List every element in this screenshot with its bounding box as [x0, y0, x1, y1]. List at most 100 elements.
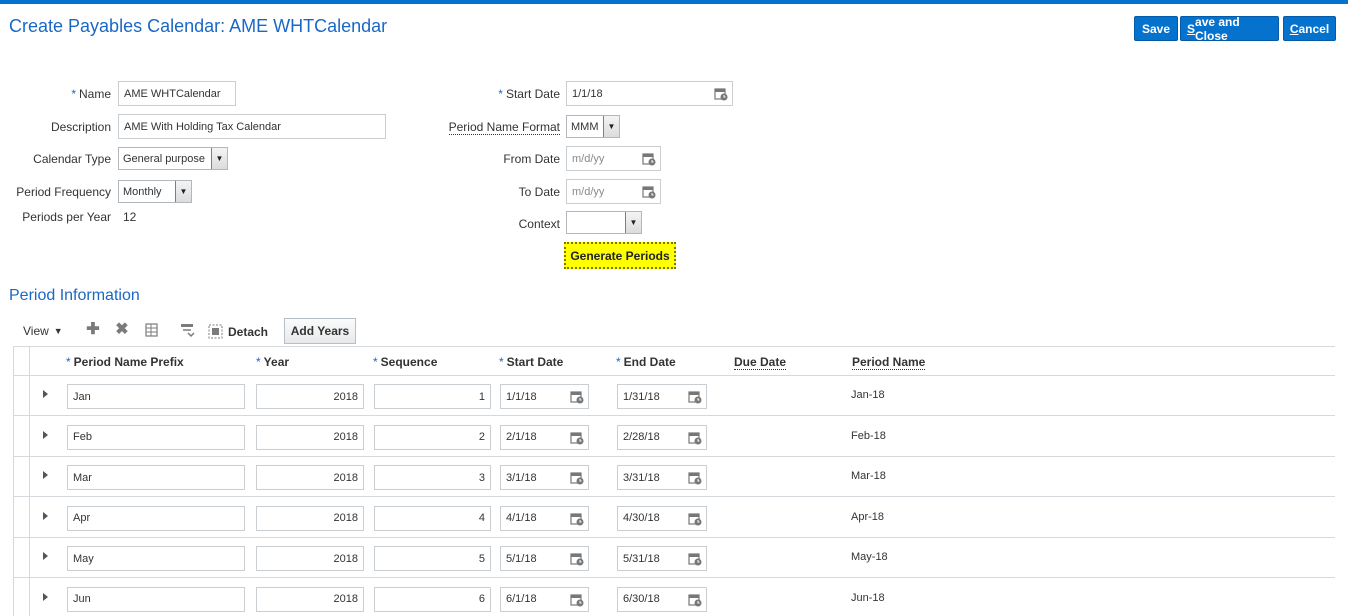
column-header-period-name[interactable]: Period Name [852, 355, 926, 370]
start-date-input[interactable]: 5/1/18 [500, 546, 589, 571]
table-row[interactable]: Feb 2018 2 2/1/18 2/28/18 Feb-18 [14, 417, 1335, 457]
start-date-value: 1/1/18 [572, 87, 603, 100]
end-date-input[interactable]: 2/28/18 [617, 424, 707, 450]
start-date-value: 3/1/18 [506, 471, 537, 484]
period-prefix-input[interactable]: Mar [67, 465, 245, 490]
table-row[interactable]: Apr 2018 4 4/1/18 4/30/18 Apr-18 [14, 498, 1335, 538]
year-input[interactable]: 2018 [256, 586, 364, 612]
start-date-input[interactable]: 6/1/18 [500, 586, 589, 612]
sequence-input[interactable]: 3 [374, 465, 491, 490]
start-date-input[interactable]: 4/1/18 [500, 505, 589, 531]
expand-row-icon[interactable] [43, 511, 48, 520]
start-date-field[interactable]: 1/1/18 [566, 81, 733, 106]
sequence-input[interactable]: 2 [374, 424, 491, 450]
period-prefix-input[interactable]: May [67, 546, 245, 571]
period-prefix-input[interactable]: Feb [67, 424, 245, 450]
table-row[interactable]: Jun 2018 6 6/1/18 6/30/18 Jun-18 [14, 579, 1335, 616]
sequence-input[interactable]: 6 [374, 586, 491, 612]
calendar-icon[interactable] [688, 390, 702, 404]
start-date-input[interactable]: 2/1/18 [500, 424, 589, 450]
detach-button[interactable]: Detach [208, 324, 268, 339]
period-frequency-value: Monthly [123, 185, 162, 198]
save-button[interactable]: Save [1134, 16, 1178, 41]
period-table: * Period Name Prefix * Year * Sequence * Sta… [13, 346, 1335, 616]
add-icon[interactable]: ✚ [85, 322, 101, 338]
year-input[interactable]: 2018 [256, 424, 364, 450]
end-date-input[interactable]: 6/30/18 [617, 586, 707, 612]
column-header-end-date[interactable]: * End Date [616, 355, 676, 369]
name-field[interactable]: AME WHTCalendar [118, 81, 236, 106]
calendar-icon[interactable] [570, 593, 584, 607]
calendar-icon[interactable] [570, 552, 584, 566]
save-and-close-button[interactable]: Save and Close [1180, 15, 1279, 43]
detach-label: Detach [228, 324, 269, 339]
calendar-icon[interactable] [570, 512, 584, 526]
start-date-input[interactable]: 1/1/18 [500, 384, 589, 409]
context-select[interactable]: ▼ [566, 211, 642, 234]
year-input[interactable]: 2018 [256, 384, 364, 409]
calendar-icon[interactable] [570, 471, 584, 485]
to-date-field[interactable]: m/d/yy [566, 179, 661, 204]
period-name-format-select[interactable]: MMM ▼ [566, 115, 620, 138]
expand-row-icon[interactable] [43, 390, 48, 398]
column-header-due-date-text: Due Date [734, 355, 787, 370]
chevron-down-icon[interactable]: ▼ [603, 116, 619, 137]
expand-row-icon[interactable] [43, 592, 48, 601]
period-prefix-input[interactable]: Apr [67, 505, 245, 531]
sequence-input[interactable]: 4 [374, 505, 491, 531]
calendar-icon[interactable] [570, 431, 584, 445]
calendar-icon[interactable] [714, 87, 728, 101]
calendar-icon[interactable] [688, 552, 702, 566]
year-input[interactable]: 2018 [256, 505, 364, 531]
period-frequency-select[interactable]: Monthly ▼ [118, 180, 192, 203]
column-header-year[interactable]: * Year [256, 355, 289, 369]
description-field[interactable]: AME With Holding Tax Calendar [118, 114, 386, 139]
calendar-icon[interactable] [570, 390, 584, 404]
chevron-down-icon[interactable]: ▼ [211, 148, 227, 169]
expand-row-icon[interactable] [43, 471, 48, 479]
period-name-format-label: Period Name Format [430, 120, 560, 135]
calendar-type-select[interactable]: General purpose ▼ [118, 147, 228, 170]
end-date-input[interactable]: 3/31/18 [617, 465, 707, 490]
calendar-icon[interactable] [642, 185, 656, 199]
from-date-field[interactable]: m/d/yy [566, 146, 661, 171]
period-prefix-input[interactable]: Jan [67, 384, 245, 409]
period-prefix-input[interactable]: Jun [67, 586, 245, 612]
sequence-input[interactable]: 5 [374, 546, 491, 571]
sequence-input[interactable]: 1 [374, 384, 491, 409]
table-row[interactable]: Mar 2018 3 3/1/18 3/31/18 Mar-18 [14, 457, 1335, 497]
end-date-input[interactable]: 1/31/18 [617, 384, 707, 409]
wrap-icon[interactable] [179, 322, 195, 338]
year-input[interactable]: 2018 [256, 546, 364, 571]
calendar-icon[interactable] [688, 593, 702, 607]
table-row[interactable]: May 2018 5 5/1/18 5/31/18 May-18 [14, 538, 1335, 578]
delete-icon[interactable]: ✖ [114, 322, 130, 338]
generate-periods-button[interactable]: Generate Periods [564, 242, 676, 269]
chevron-down-icon[interactable]: ▼ [625, 212, 641, 233]
freeze-icon[interactable] [143, 322, 159, 338]
add-years-button[interactable]: Add Years [284, 318, 356, 344]
end-date-input[interactable]: 5/31/18 [617, 546, 707, 571]
expand-row-icon[interactable] [43, 430, 48, 439]
chevron-down-icon[interactable]: ▼ [175, 181, 191, 202]
column-header-prefix[interactable]: * Period Name Prefix [66, 355, 184, 369]
view-label: View [23, 324, 49, 338]
start-date-value: 2/1/18 [506, 431, 537, 443]
cancel-button[interactable]: Cancel [1283, 16, 1336, 41]
calendar-icon[interactable] [688, 512, 702, 526]
column-header-sequence[interactable]: * Sequence [373, 355, 437, 369]
period-name-format-value: MMM [571, 120, 599, 133]
column-header-start-date[interactable]: * Start Date [499, 355, 563, 369]
end-date-input[interactable]: 4/30/18 [617, 505, 707, 531]
calendar-icon[interactable] [688, 431, 702, 445]
start-date-input[interactable]: 3/1/18 [500, 465, 589, 490]
expand-row-icon[interactable] [43, 552, 48, 560]
year-input[interactable]: 2018 [256, 465, 364, 490]
calendar-icon[interactable] [642, 152, 656, 166]
calendar-icon[interactable] [688, 471, 702, 485]
table-row[interactable]: Jan 2018 1 1/1/18 1/31/18 Jan-18 [14, 376, 1335, 416]
view-menu[interactable]: View ▼ [23, 324, 63, 338]
description-label: Description [50, 120, 111, 134]
column-header-due-date[interactable]: Due Date [734, 355, 787, 370]
period-name-value: Jan-18 [851, 389, 885, 401]
